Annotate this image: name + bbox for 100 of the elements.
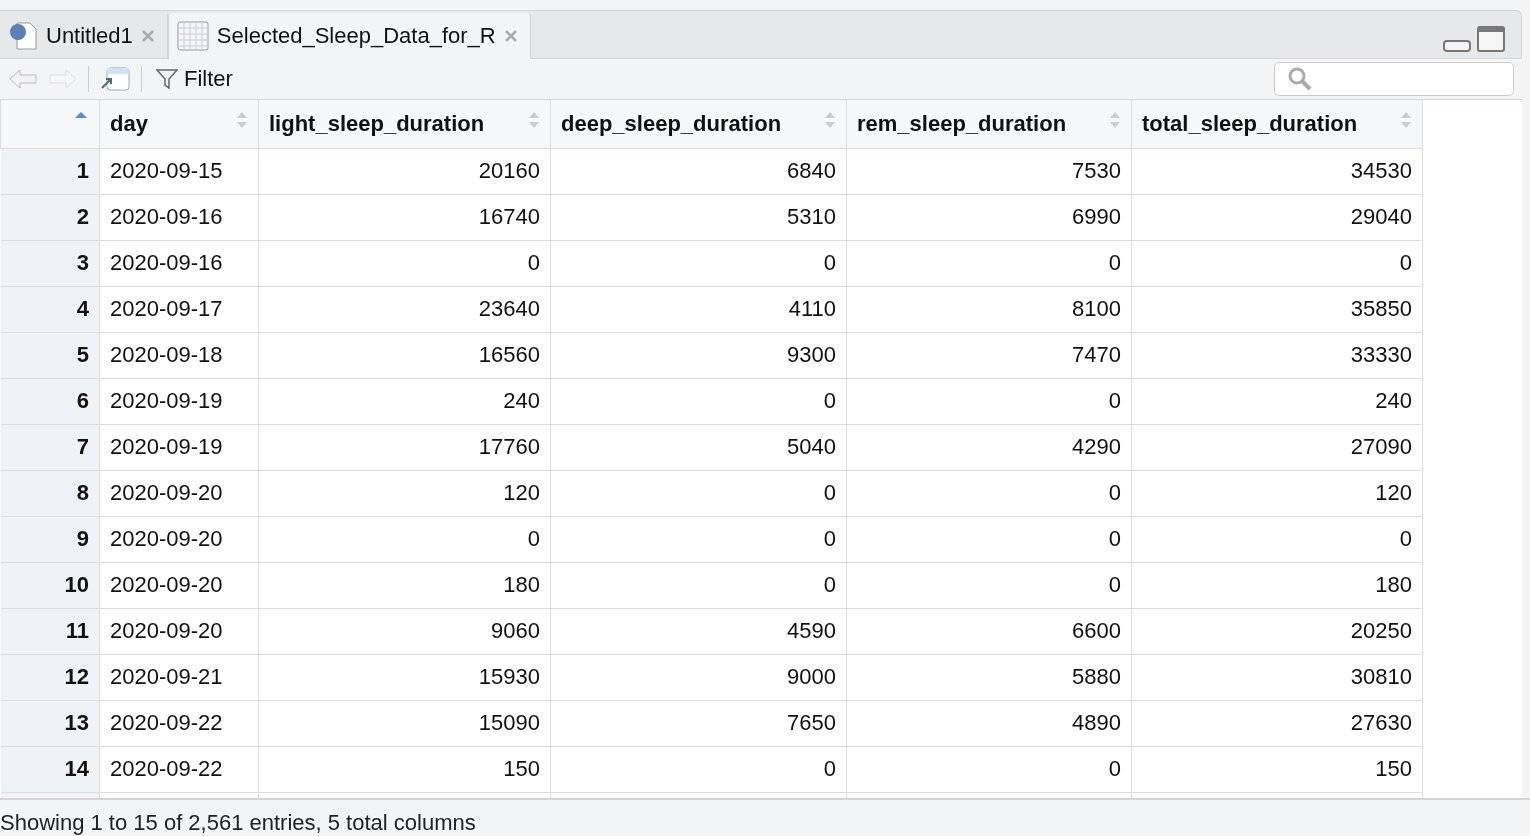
- table-cell: 15090: [258, 700, 551, 746]
- table-cell: 2020-09-22: [99, 700, 259, 746]
- table-cell: 7470: [846, 332, 1132, 378]
- table-cell: 27630: [1131, 700, 1423, 746]
- table-cell: 27090: [1131, 424, 1423, 470]
- table-cell: 0: [550, 378, 847, 424]
- row-number: 8: [0, 470, 100, 516]
- row-number: 11: [0, 608, 100, 654]
- table-cell: 0: [846, 746, 1132, 792]
- table-cell: 0: [258, 240, 551, 286]
- table-cell: 2020-09-17: [99, 286, 259, 332]
- table-cell: 4110: [550, 286, 847, 332]
- table-cell: 33330: [1131, 332, 1423, 378]
- table-cell: 20250: [1131, 608, 1423, 654]
- table-cell: 0: [846, 470, 1132, 516]
- table-cell: 29040: [1131, 194, 1423, 240]
- table-cell: 0: [550, 516, 847, 562]
- back-arrow-icon[interactable]: [8, 68, 38, 90]
- table-cell: 34530: [1131, 148, 1423, 194]
- close-icon[interactable]: [140, 29, 155, 43]
- table-cell: 2020-09-15: [99, 148, 259, 194]
- table-cell: 2020-09-22: [99, 746, 259, 792]
- table-cell: 7530: [846, 148, 1132, 194]
- table-cell: 120: [1131, 470, 1423, 516]
- row-number: 2: [0, 194, 100, 240]
- funnel-icon: [156, 68, 178, 90]
- table-cell: 23640: [258, 286, 551, 332]
- row-number: 7: [0, 424, 100, 470]
- column-header[interactable]: total_sleep_duration: [1131, 100, 1423, 148]
- table-cell: 2020-09-18: [99, 332, 259, 378]
- row-number: 13: [0, 700, 100, 746]
- table-cell: 0: [846, 240, 1132, 286]
- table-cell: 4890: [846, 700, 1132, 746]
- row-number: 9: [0, 516, 100, 562]
- row-number: 10: [0, 562, 100, 608]
- r-script-file-icon: [8, 21, 38, 51]
- column-header[interactable]: deep_sleep_duration: [550, 100, 847, 148]
- minimize-icon[interactable]: [1443, 40, 1471, 52]
- table-cell: 30810: [1131, 654, 1423, 700]
- table-cell: 0: [1131, 240, 1423, 286]
- table-cell: 0: [258, 516, 551, 562]
- search-field[interactable]: [1274, 62, 1514, 96]
- forward-arrow-icon[interactable]: [48, 68, 78, 90]
- popout-window-icon[interactable]: [99, 66, 131, 92]
- table-cell: 17760: [258, 424, 551, 470]
- search-icon: [1287, 66, 1313, 92]
- table-cell: 150: [258, 746, 551, 792]
- table-cell: 2020-09-19: [99, 424, 259, 470]
- status-text: Showing 1 to 15 of 2,561 entries, 5 total columns: [0, 810, 476, 836]
- table-cell: 0: [1131, 516, 1423, 562]
- table-cell: 6840: [550, 148, 847, 194]
- table-cell: 0: [550, 746, 847, 792]
- table-cell: 0: [550, 240, 847, 286]
- table-cell: 6600: [846, 608, 1132, 654]
- row-number: 5: [0, 332, 100, 378]
- table-cell: 0: [846, 562, 1132, 608]
- table-cell: 2020-09-20: [99, 562, 259, 608]
- table-cell: 240: [258, 378, 551, 424]
- row-number: 12: [0, 654, 100, 700]
- close-icon[interactable]: [503, 29, 518, 43]
- table-cell: 4590: [550, 608, 847, 654]
- table-cell: 35850: [1131, 286, 1423, 332]
- table-cell: 150: [1131, 746, 1423, 792]
- table-cell: 5040: [550, 424, 847, 470]
- table-cell: 6990: [846, 194, 1132, 240]
- table-cell: 4290: [846, 424, 1132, 470]
- table-cell: 9060: [258, 608, 551, 654]
- table-cell: 5310: [550, 194, 847, 240]
- column-header[interactable]: rem_sleep_duration: [846, 100, 1132, 148]
- table-cell: 2020-09-16: [99, 194, 259, 240]
- table-cell: 240: [1131, 378, 1423, 424]
- column-header[interactable]: light_sleep_duration: [258, 100, 551, 148]
- table-cell: 180: [258, 562, 551, 608]
- row-number: 1: [0, 148, 100, 194]
- row-number: 4: [0, 286, 100, 332]
- row-number: 6: [0, 378, 100, 424]
- editor-tab[interactable]: Selected_Sleep_Data_for_R: [167, 13, 531, 59]
- filter-button[interactable]: Filter: [152, 66, 237, 92]
- table-cell: 2020-09-16: [99, 240, 259, 286]
- table-cell: 0: [550, 562, 847, 608]
- maximize-icon[interactable]: [1477, 26, 1505, 52]
- table-cell: 7650: [550, 700, 847, 746]
- table-cell: 120: [258, 470, 551, 516]
- row-number: 14: [0, 746, 100, 792]
- table-cell: 2020-09-19: [99, 378, 259, 424]
- table-cell: 2020-09-20: [99, 470, 259, 516]
- table-cell: 2020-09-21: [99, 654, 259, 700]
- table-cell: 0: [846, 516, 1132, 562]
- row-number: 3: [0, 240, 100, 286]
- table-cell: 0: [846, 378, 1132, 424]
- table-grid-icon: [176, 21, 209, 51]
- table-cell: 180: [1131, 562, 1423, 608]
- table-cell: 15930: [258, 654, 551, 700]
- column-header[interactable]: [0, 100, 100, 148]
- table-cell: 9000: [550, 654, 847, 700]
- table-cell: 5880: [846, 654, 1132, 700]
- table-cell: 16560: [258, 332, 551, 378]
- table-cell: 8100: [846, 286, 1132, 332]
- column-header[interactable]: day: [99, 100, 259, 148]
- table-cell: 16740: [258, 194, 551, 240]
